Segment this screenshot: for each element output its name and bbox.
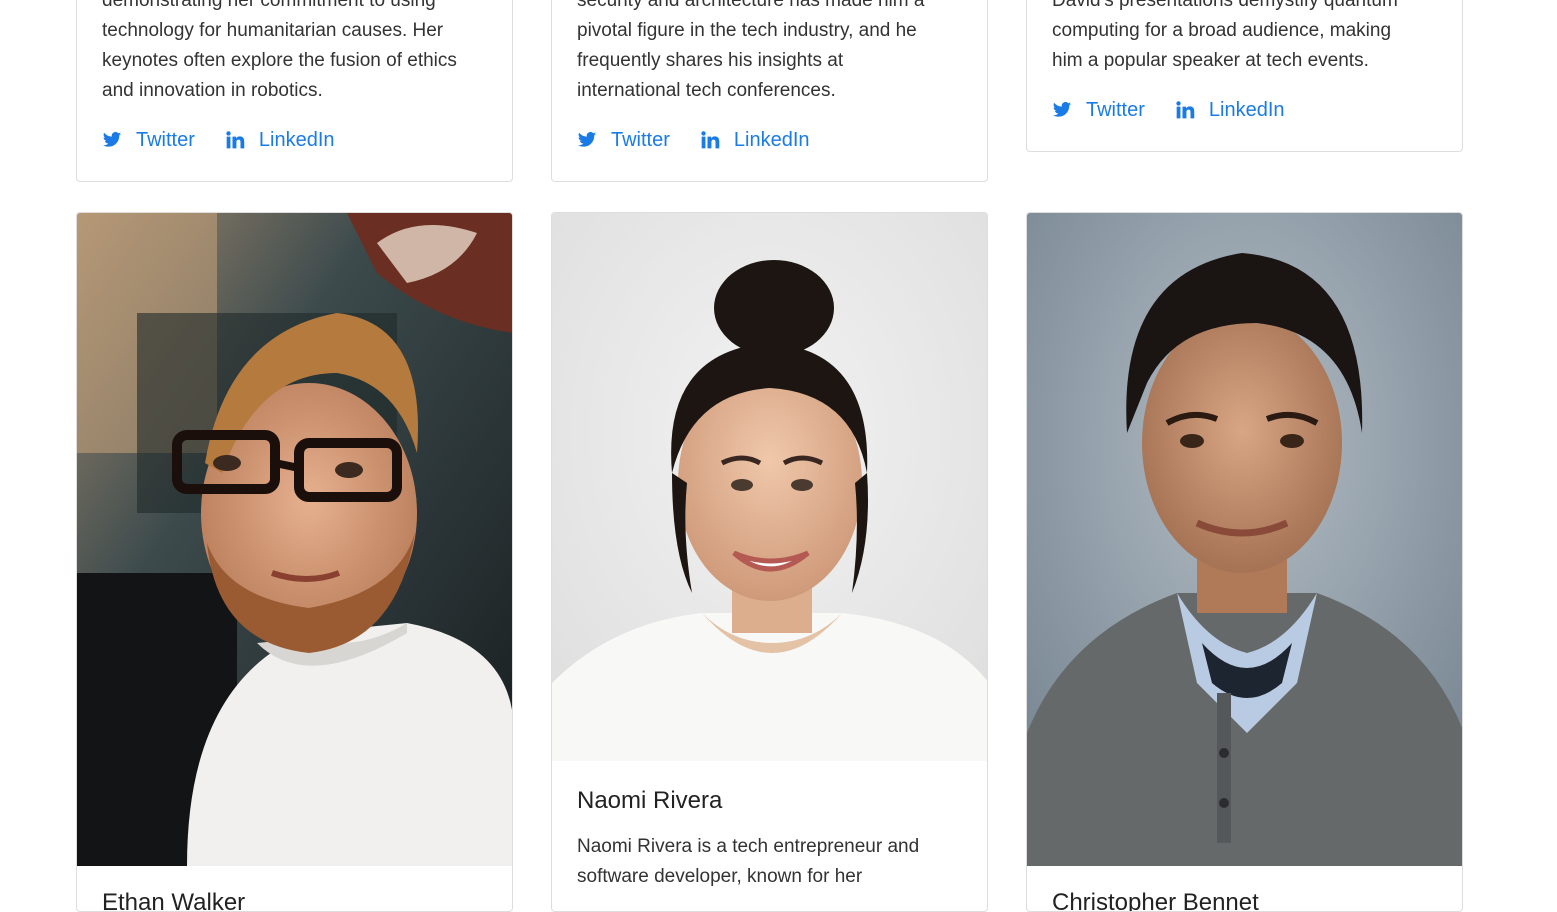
speaker-name: Christopher Bennet [1052,889,1259,912]
speaker-card-5: Naomi Rivera Naomi Rivera is a tech entr… [551,212,988,912]
bio-line: pivotal figure in the tech industry, and… [577,20,917,41]
twitter-icon [577,130,597,150]
linkedin-label: LinkedIn [258,129,335,151]
speaker-name: Naomi Rivera [577,787,723,814]
bio-line: him a popular speaker at tech events. [1052,50,1369,71]
portrait-man-glasses-beard-icon [77,213,512,866]
bio-line: software developer, known for her [577,866,863,887]
speaker-card-4: Ethan Walker [76,212,513,912]
social-links: Twitter LinkedIn [1052,98,1285,122]
speaker-bio: Naomi Rivera is a tech entrepreneur and … [577,832,967,892]
speaker-photo [77,213,512,866]
speaker-card-2: security and architecture has made him a… [551,0,988,182]
speaker-card-1: demonstrating her commitment to using te… [76,0,513,182]
twitter-label: Twitter [1086,99,1145,121]
twitter-link[interactable]: Twitter [577,128,670,152]
bio-line: technology for humanitarian causes. Her [102,20,444,41]
speaker-photo [1027,213,1462,866]
twitter-label: Twitter [136,129,195,151]
linkedin-link[interactable]: LinkedIn [1175,98,1285,122]
speaker-bio: David's presentations demystify quantum … [1052,0,1442,76]
linkedin-icon [700,130,720,150]
twitter-link[interactable]: Twitter [1052,98,1145,122]
linkedin-link[interactable]: LinkedIn [225,128,335,152]
bio-line: and innovation in robotics. [102,80,323,101]
social-links: Twitter LinkedIn [577,128,810,152]
portrait-man-sweater-icon [1027,213,1462,866]
speaker-card-3: David's presentations demystify quantum … [1026,0,1463,152]
bio-line: David's presentations demystify quantum [1052,0,1398,11]
bio-line: Naomi Rivera is a tech entrepreneur and [577,836,920,857]
bio-line: demonstrating her commitment to using [102,0,436,11]
social-links: Twitter LinkedIn [102,128,335,152]
linkedin-link[interactable]: LinkedIn [700,128,810,152]
twitter-icon [102,130,122,150]
speaker-bio: security and architecture has made him a… [577,0,967,106]
linkedin-icon [225,130,245,150]
twitter-link[interactable]: Twitter [102,128,195,152]
linkedin-label: LinkedIn [733,129,810,151]
portrait-woman-bun-icon [552,213,987,761]
speaker-card-6: Christopher Bennet [1026,212,1463,912]
linkedin-icon [1175,100,1195,120]
bio-line: keynotes often explore the fusion of eth… [102,50,457,71]
speaker-bio: demonstrating her commitment to using te… [102,0,492,106]
linkedin-label: LinkedIn [1208,99,1285,121]
twitter-icon [1052,100,1072,120]
twitter-label: Twitter [611,129,670,151]
bio-line: international tech conferences. [577,80,836,101]
speaker-name: Ethan Walker [102,889,246,912]
speaker-photo [552,213,987,761]
bio-line: computing for a broad audience, making [1052,20,1392,41]
bio-line: security and architecture has made him a [577,0,925,11]
bio-line: frequently shares his insights at [577,50,844,71]
